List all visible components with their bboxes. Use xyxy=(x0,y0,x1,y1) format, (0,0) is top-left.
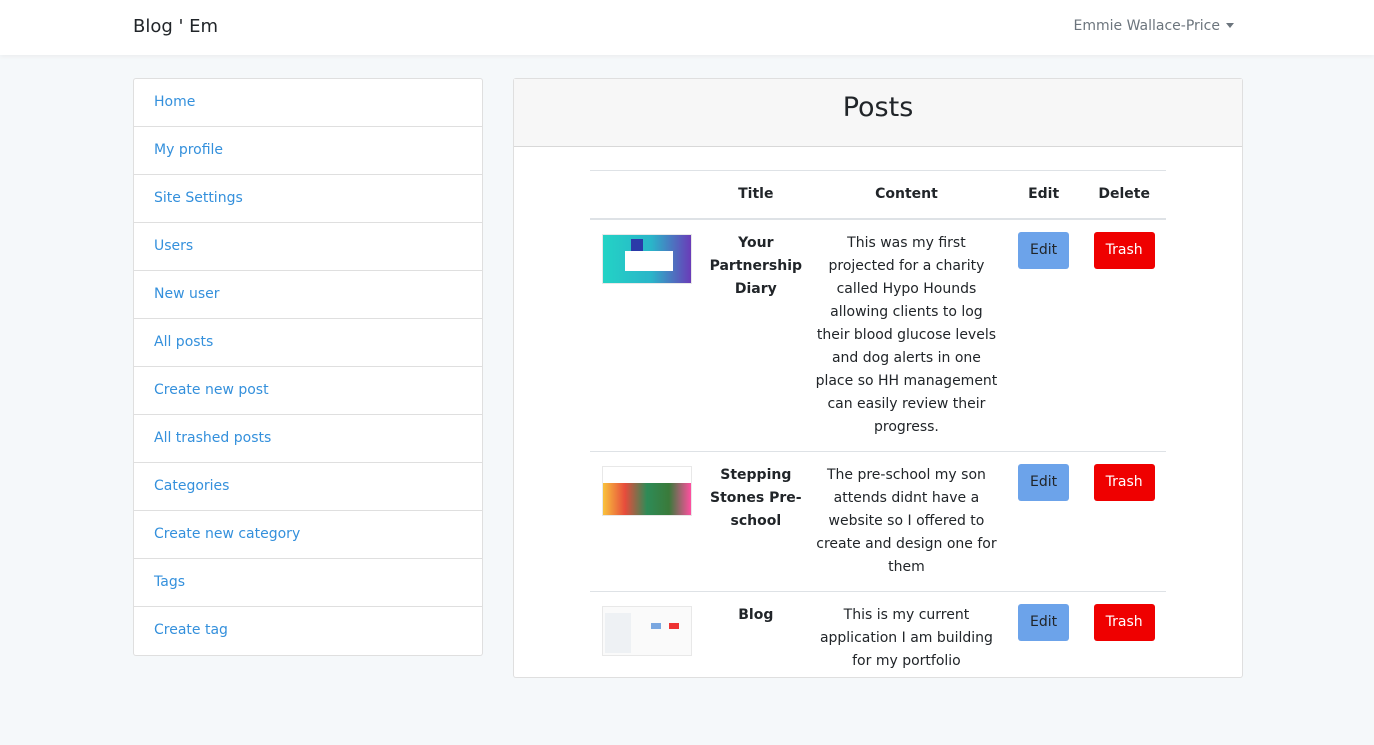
post-image-cell xyxy=(590,450,704,591)
thumbnail-content xyxy=(668,622,679,629)
table-row: Your Partnership Diary This was my first… xyxy=(590,219,1166,452)
thumbnail-content xyxy=(604,612,631,653)
caret-down-icon xyxy=(1226,22,1234,28)
sidebar-item-users[interactable]: Users xyxy=(134,223,482,271)
delete-cell: Trash xyxy=(1082,450,1166,591)
sidebar-item-create-new-post[interactable]: Create new post xyxy=(134,367,482,415)
delete-cell: Trash xyxy=(1082,590,1166,685)
edit-cell: Edit xyxy=(1004,590,1083,685)
column-header-image xyxy=(590,170,704,220)
post-thumbnail[interactable] xyxy=(601,605,692,656)
thumbnail-content xyxy=(602,466,691,483)
edit-button[interactable]: Edit xyxy=(1018,231,1070,269)
posts-table: Title Content Edit Delete Your Partnersh… xyxy=(590,170,1166,685)
sidebar-item-create-new-category[interactable]: Create new category xyxy=(134,511,482,559)
post-content: This is my current application I am buil… xyxy=(808,590,1005,685)
edit-button[interactable]: Edit xyxy=(1018,603,1070,641)
trash-button[interactable]: Trash xyxy=(1093,463,1155,501)
edit-cell: Edit xyxy=(1005,219,1083,452)
edit-cell: Edit xyxy=(1004,450,1083,591)
sidebar-item-tags[interactable]: Tags xyxy=(134,559,482,607)
sidebar-item-site-settings[interactable]: Site Settings xyxy=(134,175,482,223)
brand-logo[interactable]: Blog ' Em xyxy=(133,16,218,37)
post-image-cell xyxy=(590,590,704,685)
trash-button[interactable]: Trash xyxy=(1093,231,1155,269)
posts-card: Posts Title Content Edit Delete Your Par… xyxy=(513,78,1243,685)
table-header-row: Title Content Edit Delete xyxy=(590,170,1166,220)
sidebar-item-all-posts[interactable]: All posts xyxy=(134,319,482,367)
post-thumbnail[interactable] xyxy=(601,465,692,516)
post-title: Stepping Stones Pre-school xyxy=(703,450,809,591)
post-image-cell xyxy=(590,219,704,452)
delete-cell: Trash xyxy=(1082,219,1166,452)
sidebar-item-all-trashed-posts[interactable]: All trashed posts xyxy=(134,415,482,463)
sidebar-item-home[interactable]: Home xyxy=(134,79,482,127)
column-header-delete: Delete xyxy=(1082,170,1166,220)
sidebar-nav: Home My profile Site Settings Users New … xyxy=(133,78,483,656)
post-thumbnail[interactable] xyxy=(601,233,692,284)
sidebar-item-categories[interactable]: Categories xyxy=(134,463,482,511)
logo-icon xyxy=(630,238,643,251)
column-header-edit: Edit xyxy=(1004,170,1083,220)
post-title: Blog xyxy=(703,590,809,685)
trash-button[interactable]: Trash xyxy=(1093,603,1155,641)
sidebar-item-new-user[interactable]: New user xyxy=(134,271,482,319)
table-row: Blog This is my current application I am… xyxy=(590,590,1166,685)
post-title: Your Partnership Diary xyxy=(709,234,803,297)
column-header-content: Content xyxy=(808,170,1005,220)
user-name: Emmie Wallace-Price xyxy=(1073,18,1220,34)
post-content: The pre-school my son attends didnt have… xyxy=(808,450,1005,591)
thumbnail-content xyxy=(650,622,661,629)
user-dropdown[interactable]: Emmie Wallace-Price xyxy=(1074,18,1234,34)
column-header-title: Title xyxy=(703,170,809,220)
sidebar-item-my-profile[interactable]: My profile xyxy=(134,127,482,175)
page-title: Posts xyxy=(514,79,1242,147)
top-navbar: Blog ' Em Emmie Wallace-Price xyxy=(0,0,1374,55)
sidebar-item-create-tag[interactable]: Create tag xyxy=(134,607,482,655)
table-row: Stepping Stones Pre-school The pre-schoo… xyxy=(590,450,1166,591)
thumbnail-content xyxy=(624,250,673,271)
edit-button[interactable]: Edit xyxy=(1018,463,1070,501)
post-content: This was my first projected for a charit… xyxy=(815,234,998,435)
